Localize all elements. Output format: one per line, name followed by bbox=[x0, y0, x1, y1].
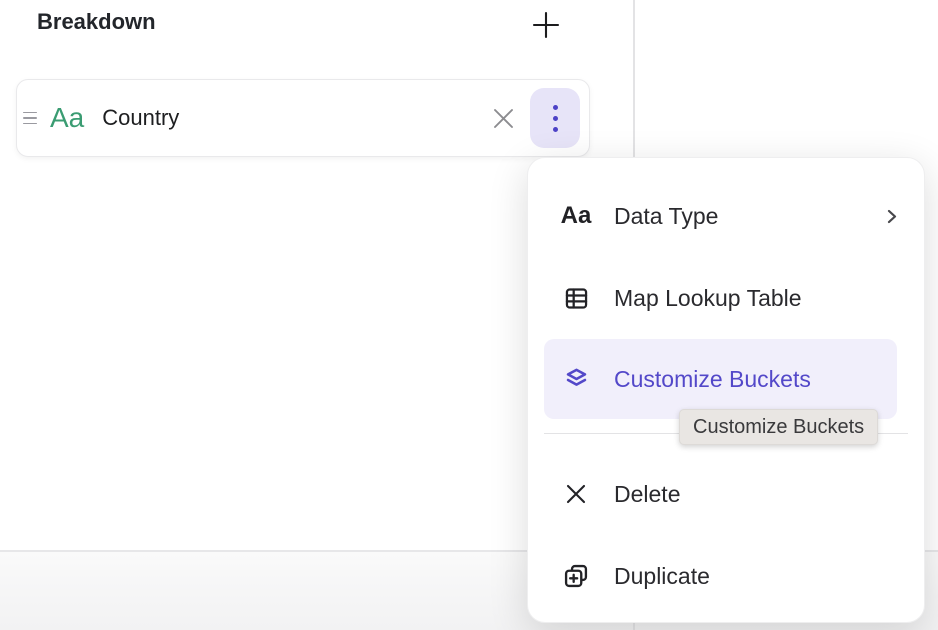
menu-item-delete[interactable]: Delete bbox=[528, 453, 924, 535]
menu-item-label: Data Type bbox=[614, 203, 718, 230]
add-breakdown-button[interactable] bbox=[529, 8, 563, 42]
menu-item-label: Customize Buckets bbox=[614, 366, 811, 393]
page-title: Breakdown bbox=[37, 9, 156, 35]
customize-buckets-tooltip: Customize Buckets bbox=[679, 409, 878, 445]
close-icon bbox=[491, 106, 516, 131]
x-icon bbox=[561, 482, 591, 506]
stacked-layers-icon bbox=[561, 365, 591, 394]
menu-item-map-lookup-table[interactable]: Map Lookup Table bbox=[528, 257, 924, 339]
field-options-button[interactable] bbox=[530, 88, 580, 148]
menu-item-data-type[interactable]: Aa Data Type bbox=[528, 175, 924, 257]
plus-icon bbox=[531, 10, 561, 40]
table-grid-icon bbox=[561, 285, 591, 312]
data-type-aa-icon: Aa bbox=[561, 204, 591, 228]
breakdown-field-card[interactable]: Aa Country bbox=[16, 79, 590, 157]
field-name: Country bbox=[102, 105, 179, 131]
menu-item-customize-buckets[interactable]: Customize Buckets bbox=[544, 339, 897, 419]
drag-handle-icon[interactable] bbox=[23, 112, 37, 125]
kebab-menu-icon bbox=[553, 105, 558, 132]
field-options-menu: Aa Data Type Map Lookup Table bbox=[527, 157, 925, 623]
breakdown-panel: Breakdown Aa Country Aa Data bbox=[0, 0, 938, 630]
duplicate-copy-icon bbox=[561, 562, 591, 590]
menu-item-label: Duplicate bbox=[614, 563, 710, 590]
chevron-right-icon bbox=[883, 208, 900, 225]
text-type-icon: Aa bbox=[50, 104, 84, 132]
menu-item-duplicate[interactable]: Duplicate bbox=[528, 535, 924, 617]
menu-item-label: Delete bbox=[614, 481, 680, 508]
menu-item-label: Map Lookup Table bbox=[614, 285, 802, 312]
remove-field-button[interactable] bbox=[486, 101, 520, 135]
